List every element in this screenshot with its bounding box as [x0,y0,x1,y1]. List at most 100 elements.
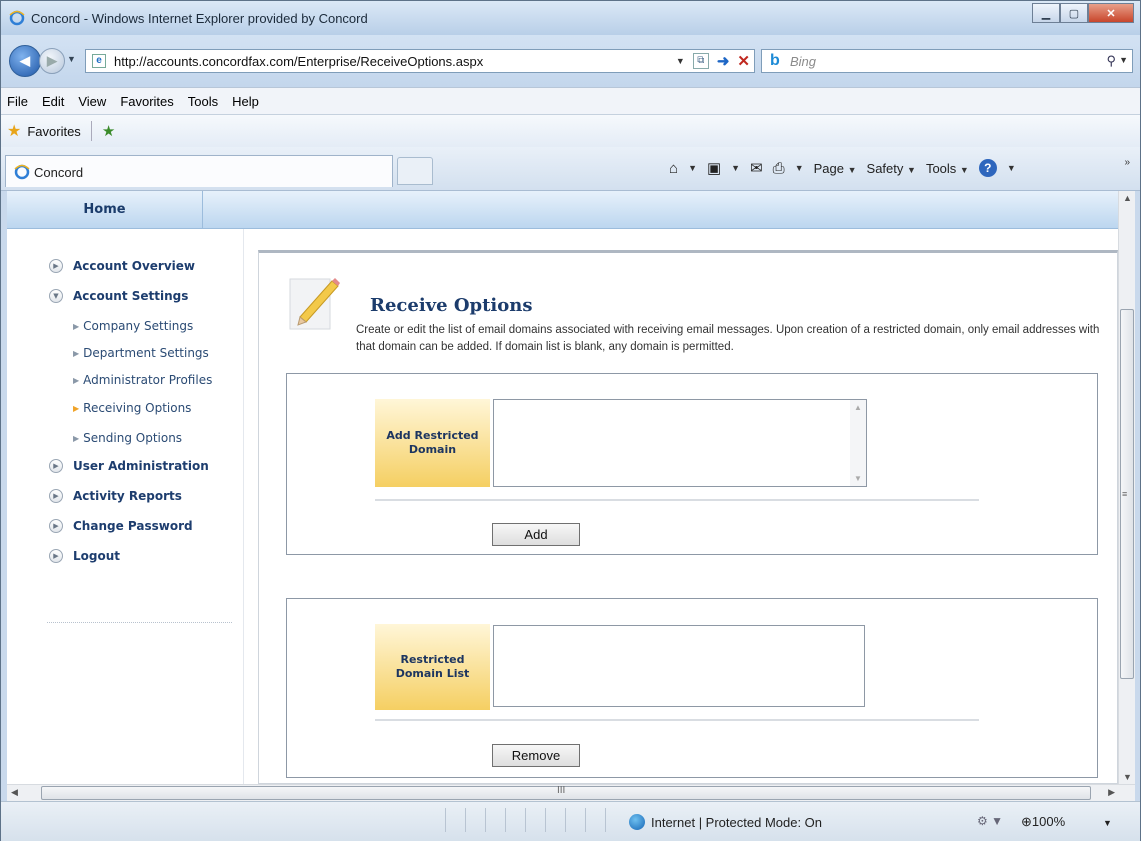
restricted-domain-listbox[interactable] [493,625,865,707]
collapse-arrow-icon: ▼ [49,289,63,303]
forward-button[interactable]: ▶ [39,48,65,74]
command-buttons: ⌂ ▼ ▣ ▼ ✉ ⎙ ▼ Page ▼ Safety ▼ Tools ▼ ? ▼ [669,159,1016,177]
maximize-button[interactable]: ▢ [1060,3,1088,23]
stop-icon[interactable]: ✕ [737,52,750,70]
security-zone[interactable]: Internet | Protected Mode: On [629,814,822,830]
add-restricted-domain-label: Add Restricted Domain [375,399,490,487]
address-url[interactable]: http://accounts.concordfax.com/Enterpris… [114,54,483,69]
close-button[interactable]: ✕ [1088,3,1134,23]
go-arrow-icon[interactable]: ➜ [717,52,730,70]
expand-arrow-icon: ▶ [49,259,63,273]
ie-logo-icon [14,164,30,183]
home-tab[interactable]: Home [7,191,203,229]
add-button[interactable]: Add [492,523,580,546]
menu-file[interactable]: File [7,94,28,109]
menu-tools[interactable]: Tools [188,94,218,109]
menu-help[interactable]: Help [232,94,259,109]
expand-arrow-icon: ▶ [49,489,63,503]
compatibility-view-icon[interactable]: ⧉ [692,53,709,69]
search-dropdown-icon[interactable]: ▼ [1119,55,1128,65]
nav-administrator-profiles[interactable]: ▶ Administrator Profiles [73,373,212,387]
restricted-domain-list-label: Restricted Domain List [375,624,490,710]
address-row: ◀ ▶ ▼ e http://accounts.concordfax.com/E… [1,35,1140,87]
site-nav-bar: Home [7,191,1118,229]
nav-company-settings[interactable]: ▶ Company Settings [73,319,193,333]
nav-activity-reports[interactable]: ▶ Activity Reports [49,489,182,503]
expand-arrow-icon: ▶ [49,459,63,473]
recent-pages-dropdown-icon[interactable]: ▼ [67,54,76,64]
tab-concord[interactable]: Concord [5,155,393,187]
zoom-dropdown-icon[interactable]: ▼ [1103,818,1112,828]
pencil-icon [288,275,342,333]
nav-change-password[interactable]: ▶ Change Password [49,519,193,533]
tab-label: Concord [34,165,84,180]
restricted-domain-textarea[interactable]: ▲ ▼ [493,399,867,487]
status-cells [445,808,625,832]
protected-mode-icon[interactable]: ⚙ ▼ [977,814,1003,828]
help-icon[interactable]: ? [978,159,997,177]
menu-view[interactable]: View [78,94,106,109]
nav-sending-options[interactable]: ▶ Sending Options [73,431,182,445]
scroll-left-icon[interactable]: ◀ [11,787,18,798]
remove-button[interactable]: Remove [492,744,580,767]
zoom-level[interactable]: ⊕100% [1021,814,1065,830]
nav-receiving-options[interactable]: ▶ Receiving Options [73,401,191,415]
divider [375,499,979,501]
favorites-button[interactable]: Favorites [27,124,80,139]
command-bar: Concord ⌂ ▼ ▣ ▼ ✉ ⎙ ▼ Page ▼ Safety ▼ Tools… [1,147,1140,191]
scroll-down-icon[interactable]: ▼ [1123,772,1132,782]
feeds-dropdown-icon[interactable]: ▼ [731,163,740,173]
print-icon[interactable]: ⎙ [773,160,785,177]
new-tab-button[interactable] [397,157,433,185]
nav-department-settings[interactable]: ▶ Department Settings [73,346,209,360]
favorites-bar: ★ Favorites ★ [1,115,1140,147]
home-icon[interactable]: ⌂ [669,160,678,177]
title-bar: Concord - Windows Internet Explorer prov… [1,1,1140,35]
help-dropdown-icon[interactable]: ▼ [1007,163,1016,173]
page-icon: e [92,54,106,68]
tools-menu[interactable]: Tools ▼ [926,161,969,176]
scroll-grip-icon: III [557,785,566,796]
page-description: Create or edit the list of email domains… [356,324,1100,353]
feeds-icon[interactable]: ▣ [707,159,721,177]
add-to-favorites-bar-icon[interactable]: ★ [102,122,115,140]
scroll-up-icon[interactable]: ▲ [1123,193,1132,203]
horizontal-scrollbar[interactable]: ◀ III ▶ [7,784,1135,801]
divider [375,719,979,721]
home-dropdown-icon[interactable]: ▼ [688,163,697,173]
mail-icon[interactable]: ✉ [750,159,763,177]
textarea-scrollbar[interactable]: ▲ ▼ [850,400,866,486]
add-domain-panel: Add Restricted Domain ▲ ▼ Add [286,373,1098,555]
address-dropdown-icon[interactable]: ▼ [676,56,685,66]
search-placeholder[interactable]: Bing [790,54,816,69]
nav-user-administration[interactable]: ▶ User Administration [49,459,209,473]
more-commands-chevron-icon[interactable]: » [1124,157,1130,168]
page-title: Receive Options [370,295,533,316]
main-content: Receive Options Create or edit the list … [258,250,1118,784]
window-title: Concord - Windows Internet Explorer prov… [31,11,368,26]
ie-logo-icon [9,10,25,29]
vertical-scrollbar[interactable]: ▲ ≡ ▼ [1118,191,1135,784]
status-bar: Internet | Protected Mode: On ⚙ ▼ ⊕100% … [1,801,1140,841]
nav-account-overview[interactable]: ▶ Account Overview [49,259,195,273]
scroll-right-icon[interactable]: ▶ [1108,787,1115,798]
divider [90,121,92,141]
nav-logout[interactable]: ▶ Logout [49,549,120,563]
safety-menu[interactable]: Safety ▼ [867,161,916,176]
scroll-thumb[interactable] [41,786,1091,800]
left-navigation: ▶ Account Overview ▼ Account Settings ▶ Com… [7,229,244,784]
menu-edit[interactable]: Edit [42,94,64,109]
expand-arrow-icon: ▶ [49,549,63,563]
address-bar[interactable]: e http://accounts.concordfax.com/Enterpr… [85,49,755,73]
globe-icon [629,814,645,830]
menu-bar: File Edit View Favorites Tools Help [1,87,1140,115]
search-icon[interactable]: ⚲ [1106,53,1116,69]
search-box[interactable]: b Bing ⚲ ▼ [761,49,1133,73]
print-dropdown-icon[interactable]: ▼ [795,163,804,173]
menu-favorites[interactable]: Favorites [120,94,173,109]
back-button[interactable]: ◀ [9,45,41,77]
minimize-button[interactable]: ▁ [1032,3,1060,23]
nav-account-settings[interactable]: ▼ Account Settings [49,289,188,303]
favorites-star-icon[interactable]: ★ [7,121,21,141]
page-menu[interactable]: Page ▼ [814,161,857,176]
